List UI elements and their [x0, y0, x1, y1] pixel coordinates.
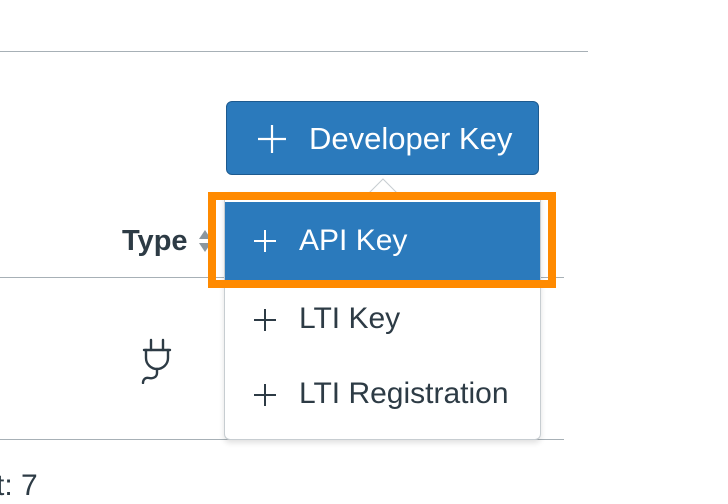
menu-item-label: API Key: [299, 224, 408, 257]
menu-item-label: LTI Key: [299, 302, 401, 335]
type-column-header[interactable]: Type: [122, 222, 212, 260]
plus-icon: [254, 309, 276, 331]
menu-item-lti-key[interactable]: LTI Key: [225, 282, 540, 358]
top-divider: [0, 51, 588, 52]
plus-icon: [254, 230, 276, 252]
row-count-text: t: 7: [0, 469, 38, 502]
menu-item-api-key[interactable]: API Key: [225, 202, 540, 280]
menu-item-lti-registration[interactable]: LTI Registration: [225, 356, 540, 432]
developer-key-button-label: Developer Key: [309, 121, 513, 156]
plug-icon: [141, 338, 172, 384]
type-column-label: Type: [122, 224, 188, 257]
sort-icon[interactable]: [198, 229, 212, 253]
add-developer-key-button[interactable]: Developer Key: [226, 101, 539, 175]
plus-icon: [254, 384, 276, 406]
plus-icon: [258, 125, 286, 153]
menu-item-label: LTI Registration: [299, 377, 509, 410]
developer-key-dropdown-menu: API Key LTI Key LTI Registration: [224, 192, 541, 440]
